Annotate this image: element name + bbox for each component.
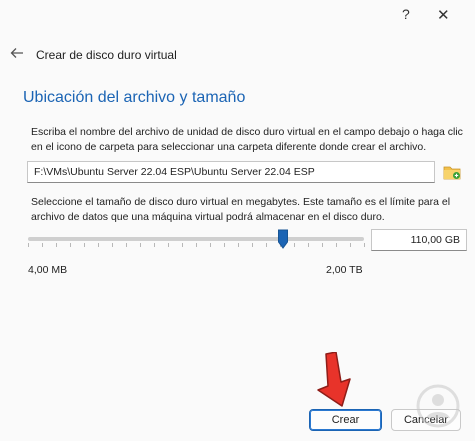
dialog-title: Crear de disco duro virtual [36, 48, 177, 62]
slider-tick [98, 243, 99, 247]
slider-tick [182, 243, 183, 247]
slider-tick [112, 243, 113, 247]
slider-tick [84, 243, 85, 247]
slider-tick [210, 243, 211, 247]
section-title: Ubicación del archivo y tamaño [23, 89, 246, 106]
slider-tick [196, 243, 197, 247]
slider-tick [238, 243, 239, 247]
slider-min-label: 4,00 MB [28, 264, 68, 276]
size-instructions: Seleccione el tamaño de disco duro virtu… [31, 196, 451, 223]
slider-tick [126, 243, 127, 247]
slider-tick [56, 243, 57, 247]
size-input[interactable]: 110,00 GB [371, 229, 467, 251]
slider-tick [350, 243, 351, 247]
slider-tick [42, 243, 43, 247]
red-pointer-arrow-icon [317, 352, 351, 407]
slider-tick [154, 243, 155, 247]
slider-tick [224, 243, 225, 247]
slider-tick [252, 243, 253, 247]
slider-tick [28, 243, 29, 247]
size-slider-thumb[interactable] [277, 229, 289, 249]
slider-tick [168, 243, 169, 247]
help-button[interactable]: ? [402, 6, 410, 22]
slider-tick [364, 243, 365, 247]
location-instructions: Escriba el nombre del archivo de unidad … [31, 126, 463, 153]
slider-tick [70, 243, 71, 247]
folder-icon[interactable] [441, 161, 463, 183]
slider-tick [294, 243, 295, 247]
slider-tick [336, 243, 337, 247]
slider-tick [322, 243, 323, 247]
slider-tick [308, 243, 309, 247]
create-virtual-disk-dialog: ? ✕ Crear de disco duro virtual Ubicació… [0, 0, 475, 441]
create-button[interactable]: Crear [309, 409, 382, 431]
back-arrow-icon[interactable] [9, 45, 25, 61]
file-path-input[interactable]: F:\VMs\Ubuntu Server 22.04 ESP\Ubuntu Se… [27, 161, 435, 183]
close-button[interactable]: ✕ [437, 6, 450, 24]
size-slider-track[interactable] [28, 237, 364, 241]
watermark-logo-icon [416, 384, 460, 428]
slider-tick [266, 243, 267, 247]
slider-max-label: 2,00 TB [326, 264, 363, 276]
slider-tick [140, 243, 141, 247]
